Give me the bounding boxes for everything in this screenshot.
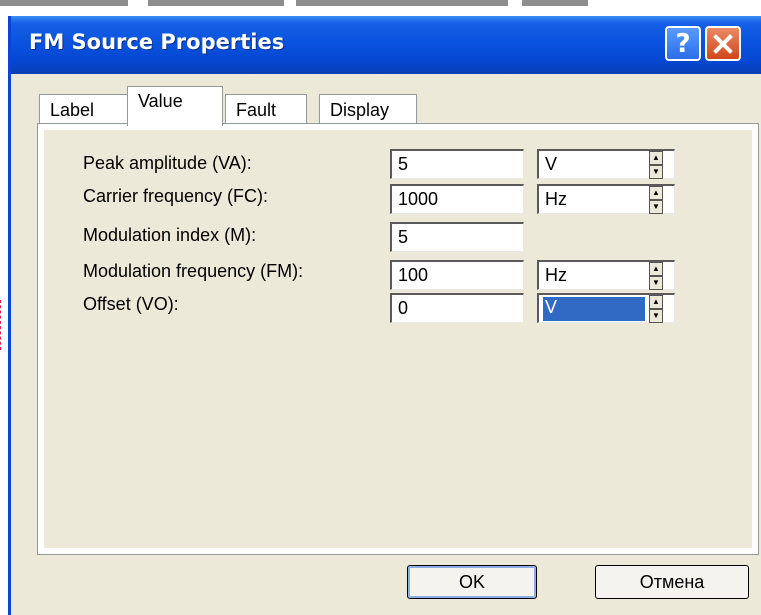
offset-unit-select[interactable]: V ▲ ▼ (537, 293, 675, 323)
carrier-frequency-unit-select[interactable]: Hz ▲ ▼ (537, 184, 675, 214)
carrier-frequency-label: Carrier frequency (FC): (83, 186, 269, 206)
tab-value-text: Value (138, 91, 183, 111)
tab-fault[interactable]: Fault (225, 94, 307, 124)
value-tab-panel: Peak amplitude (VA): 5 V ▲ ▼ Carrier fre… (37, 123, 759, 555)
spin-up-icon[interactable]: ▲ (649, 262, 663, 276)
dialog-title: FM Source Properties (29, 30, 285, 54)
modulation-frequency-input[interactable]: 100 (390, 260, 524, 290)
spin-arrows-icon[interactable]: ▲ ▼ (649, 151, 663, 179)
peak-amplitude-unit: V (545, 154, 558, 174)
tab-value[interactable]: Value (127, 86, 223, 126)
close-x-icon (713, 33, 733, 54)
toolbar-remnant (522, 0, 588, 6)
spin-down-icon[interactable]: ▼ (649, 165, 663, 179)
spin-up-icon[interactable]: ▲ (649, 151, 663, 165)
dialog-window: FM Source Properties ? Label Value Fault… (8, 16, 761, 615)
help-button[interactable]: ? (665, 26, 701, 61)
modulation-index-label: Modulation index (M): (83, 225, 257, 245)
question-mark-icon: ? (675, 28, 691, 59)
tab-display-text: Display (330, 100, 390, 120)
carrier-frequency-unit: Hz (545, 189, 567, 209)
toolbar-remnant (0, 0, 128, 6)
background-toolbar-strip (0, 0, 761, 16)
close-button[interactable] (705, 26, 741, 61)
spin-up-icon[interactable]: ▲ (649, 295, 663, 309)
tab-fault-text: Fault (236, 100, 277, 120)
modulation-index-input[interactable]: 5 (390, 222, 524, 252)
modulation-frequency-unit-select[interactable]: Hz ▲ ▼ (537, 260, 675, 290)
toolbar-remnant (148, 0, 284, 6)
modulation-frequency-unit: Hz (545, 265, 567, 285)
spin-down-icon[interactable]: ▼ (649, 309, 663, 323)
peak-amplitude-label: Peak amplitude (VA): (83, 153, 252, 173)
tab-display[interactable]: Display (319, 94, 417, 124)
carrier-frequency-input[interactable]: 1000 (390, 184, 524, 214)
cancel-button[interactable]: Отмена (595, 565, 749, 599)
tab-label-text: Label (50, 100, 95, 120)
toolbar-remnant (296, 0, 508, 6)
spin-arrows-icon[interactable]: ▲ ▼ (649, 186, 663, 214)
peak-amplitude-unit-select[interactable]: V ▲ ▼ (537, 149, 675, 179)
offset-unit: V (543, 297, 645, 321)
modulation-frequency-label: Modulation frequency (FM): (83, 261, 304, 281)
panel-body: Peak amplitude (VA): 5 V ▲ ▼ Carrier fre… (44, 130, 752, 548)
spin-arrows-icon[interactable]: ▲ ▼ (649, 262, 663, 290)
offset-label: Offset (VO): (83, 294, 179, 314)
spin-arrows-icon[interactable]: ▲ ▼ (649, 295, 663, 323)
offset-input[interactable]: 0 (390, 293, 524, 323)
spin-up-icon[interactable]: ▲ (649, 186, 663, 200)
peak-amplitude-input[interactable]: 5 (390, 149, 524, 179)
tab-label[interactable]: Label (39, 94, 129, 124)
title-bar[interactable]: FM Source Properties ? (11, 16, 761, 74)
spin-down-icon[interactable]: ▼ (649, 276, 663, 290)
ok-button[interactable]: OK (407, 565, 537, 599)
spin-down-icon[interactable]: ▼ (649, 200, 663, 214)
